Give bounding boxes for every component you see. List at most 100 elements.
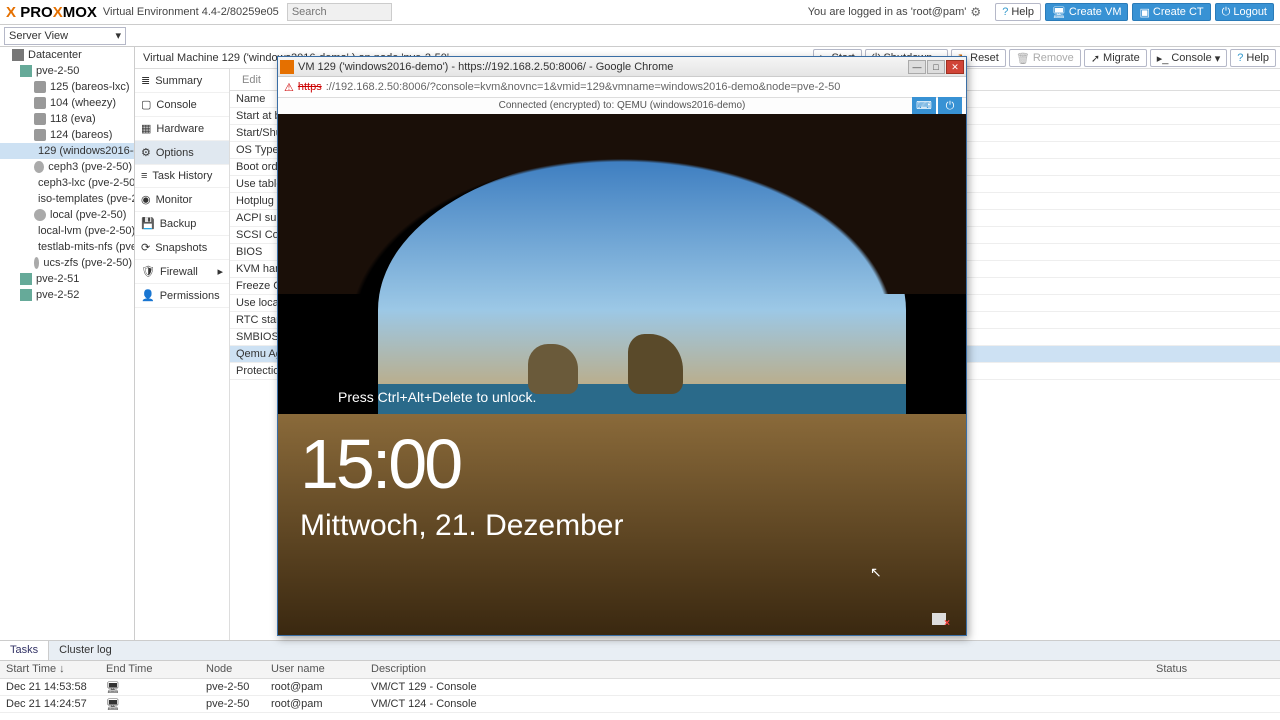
create-vm-button[interactable]: 🖥Create VM (1045, 3, 1129, 21)
help-icon: ? (1002, 6, 1008, 18)
storage-icon (34, 161, 44, 173)
tree-storage[interactable]: ucs-zfs (pve-2-50) (0, 255, 134, 271)
vm-icon (34, 129, 46, 141)
lock-date: Mittwoch, 21. Dezember (300, 509, 623, 543)
chevron-down-icon: ▾ (115, 29, 121, 42)
node-icon (20, 273, 32, 285)
sidenav-taskhistory[interactable]: ≡Task History (135, 165, 229, 188)
cube-icon: ▣ (1139, 6, 1149, 19)
resource-tree[interactable]: Datacenter pve-2-50 125 (bareos-lxc) 104… (0, 47, 135, 640)
col-status[interactable]: Status (1150, 661, 1280, 678)
network-disconnected-icon (932, 613, 946, 625)
sidenav-options[interactable]: ⚙Options (135, 141, 229, 165)
help-button[interactable]: ?Help (1230, 49, 1276, 67)
sidenav-snapshots[interactable]: ⟳Snapshots (135, 236, 229, 260)
tree-node[interactable]: pve-2-51 (0, 271, 134, 287)
migrate-button[interactable]: ➚Migrate (1084, 49, 1147, 67)
chevron-down-icon: ▾ (1215, 52, 1221, 65)
running-icon: 🖥 (106, 682, 120, 694)
edit-button[interactable]: Edit (236, 72, 267, 88)
vm-icon (34, 113, 46, 125)
col-user[interactable]: User name (265, 661, 365, 678)
tree-storage[interactable]: testlab-mits-nfs (pve-2-50) (0, 239, 134, 255)
node-icon (20, 65, 32, 77)
close-button[interactable]: ✕ (946, 60, 964, 74)
tree-storage[interactable]: ceph3 (pve-2-50) (0, 159, 134, 175)
sidenav-summary[interactable]: ≣Summary (135, 69, 229, 93)
remove-button[interactable]: 🗑Remove (1009, 49, 1081, 67)
gear-icon[interactable]: ⚙ (970, 5, 981, 19)
logo-x: X (6, 4, 20, 21)
tree-vm[interactable]: 118 (eva) (0, 111, 134, 127)
tree-vm[interactable]: 125 (bareos-lxc) (0, 79, 134, 95)
tree-vm[interactable]: 124 (bareos) (0, 127, 134, 143)
col-desc[interactable]: Description (365, 661, 1150, 678)
bottom-panel: Tasks Cluster log Start Time ↓ End Time … (0, 640, 1280, 720)
col-node[interactable]: Node (200, 661, 265, 678)
sidenav-firewall[interactable]: 🛡Firewall▸ (135, 260, 229, 284)
create-ct-button[interactable]: ▣Create CT (1132, 3, 1210, 21)
tab-tasks[interactable]: Tasks (0, 641, 49, 660)
help-icon: ? (1237, 52, 1243, 64)
connection-info: Connected (encrypted) to: QEMU (windows2… (278, 98, 966, 114)
chevron-right-icon: ▸ (217, 265, 223, 278)
terminal-icon: ▢ (141, 98, 151, 111)
console-button[interactable]: ▸_Console ▾ (1150, 49, 1228, 67)
tree-node[interactable]: pve-2-50 (0, 63, 134, 79)
help-button[interactable]: ?Help (995, 3, 1041, 21)
tree-storage[interactable]: iso-templates (pve-2-50) (0, 191, 134, 207)
address-bar[interactable]: ⚠ https://192.168.2.50:8006/?console=kvm… (278, 77, 966, 98)
tree-node[interactable]: pve-2-52 (0, 287, 134, 303)
list-icon: ≣ (141, 74, 150, 87)
sidenav-backup[interactable]: 💾Backup (135, 212, 229, 236)
tree-datacenter[interactable]: Datacenter (0, 47, 134, 63)
warn-icon: ⚠ (284, 81, 294, 94)
lock-time: 15:00 (300, 424, 460, 504)
trash-icon: 🗑 (1016, 52, 1030, 65)
storage-icon (34, 257, 39, 269)
logout-icon: ⏻ (1222, 6, 1231, 19)
history-icon: ⟳ (141, 241, 150, 254)
send-keys-button[interactable]: ⌨ (912, 97, 936, 115)
minimize-button[interactable]: — (908, 60, 926, 74)
view-selector[interactable]: Server View▾ (4, 27, 126, 45)
log-header[interactable]: Start Time ↓ End Time Node User name Des… (0, 661, 1280, 679)
power-button[interactable]: ⏻ (938, 97, 962, 115)
running-icon: 🖥 (106, 699, 120, 711)
log-row[interactable]: Dec 21 14:24:57 🖥 pve-2-50 root@pam VM/C… (0, 696, 1280, 713)
tree-storage[interactable]: local (pve-2-50) (0, 207, 134, 223)
tree-storage[interactable]: local-lvm (pve-2-50) (0, 223, 134, 239)
col-start[interactable]: Start Time ↓ (0, 661, 100, 678)
lxc-icon (34, 81, 46, 93)
version-text: Virtual Environment 4.4-2/80259e05 (103, 6, 279, 18)
logout-button[interactable]: ⏻Logout (1215, 3, 1274, 21)
monitor-icon: 🖥 (1052, 6, 1066, 19)
col-end[interactable]: End Time (100, 661, 200, 678)
top-header: X PROXMOX Virtual Environment 4.4-2/8025… (0, 0, 1280, 25)
list-icon: ≡ (141, 170, 147, 182)
search-input[interactable] (287, 3, 392, 21)
tree-vm-selected[interactable]: 129 (windows2016-demo) (0, 143, 134, 159)
view-row: Server View▾ (0, 25, 1280, 47)
sidenav-monitor[interactable]: ◉Monitor (135, 188, 229, 212)
terminal-icon: ▸_ (1157, 52, 1169, 65)
proxmox-icon (280, 60, 294, 74)
logo: X PROXMOX (6, 4, 97, 21)
sidenav-permissions[interactable]: 👤Permissions (135, 284, 229, 308)
tree-storage[interactable]: ceph3-lxc (pve-2-50) (0, 175, 134, 191)
tab-clusterlog[interactable]: Cluster log (49, 641, 122, 660)
cursor-icon: ↖ (870, 564, 882, 581)
maximize-button[interactable]: □ (927, 60, 945, 74)
log-row[interactable]: Dec 21 14:53:58 🖥 pve-2-50 root@pam VM/C… (0, 679, 1280, 696)
console-titlebar[interactable]: VM 129 ('windows2016-demo') - https://19… (278, 57, 966, 77)
vm-sidenav: ≣Summary ▢Console ▦Hardware ⚙Options ≡Ta… (135, 69, 230, 640)
user-icon: 👤 (141, 289, 155, 302)
node-icon (20, 289, 32, 301)
tree-vm[interactable]: 104 (wheezy) (0, 95, 134, 111)
sidenav-console[interactable]: ▢Console (135, 93, 229, 117)
url-text: ://192.168.2.50:8006/?console=kvm&novnc=… (326, 81, 841, 93)
vnc-canvas[interactable]: Press Ctrl+Alt+Delete to unlock. 15:00 M… (278, 114, 966, 635)
sidenav-hardware[interactable]: ▦Hardware (135, 117, 229, 141)
console-window[interactable]: VM 129 ('windows2016-demo') - https://19… (277, 56, 967, 636)
shield-icon: 🛡 (141, 265, 155, 278)
